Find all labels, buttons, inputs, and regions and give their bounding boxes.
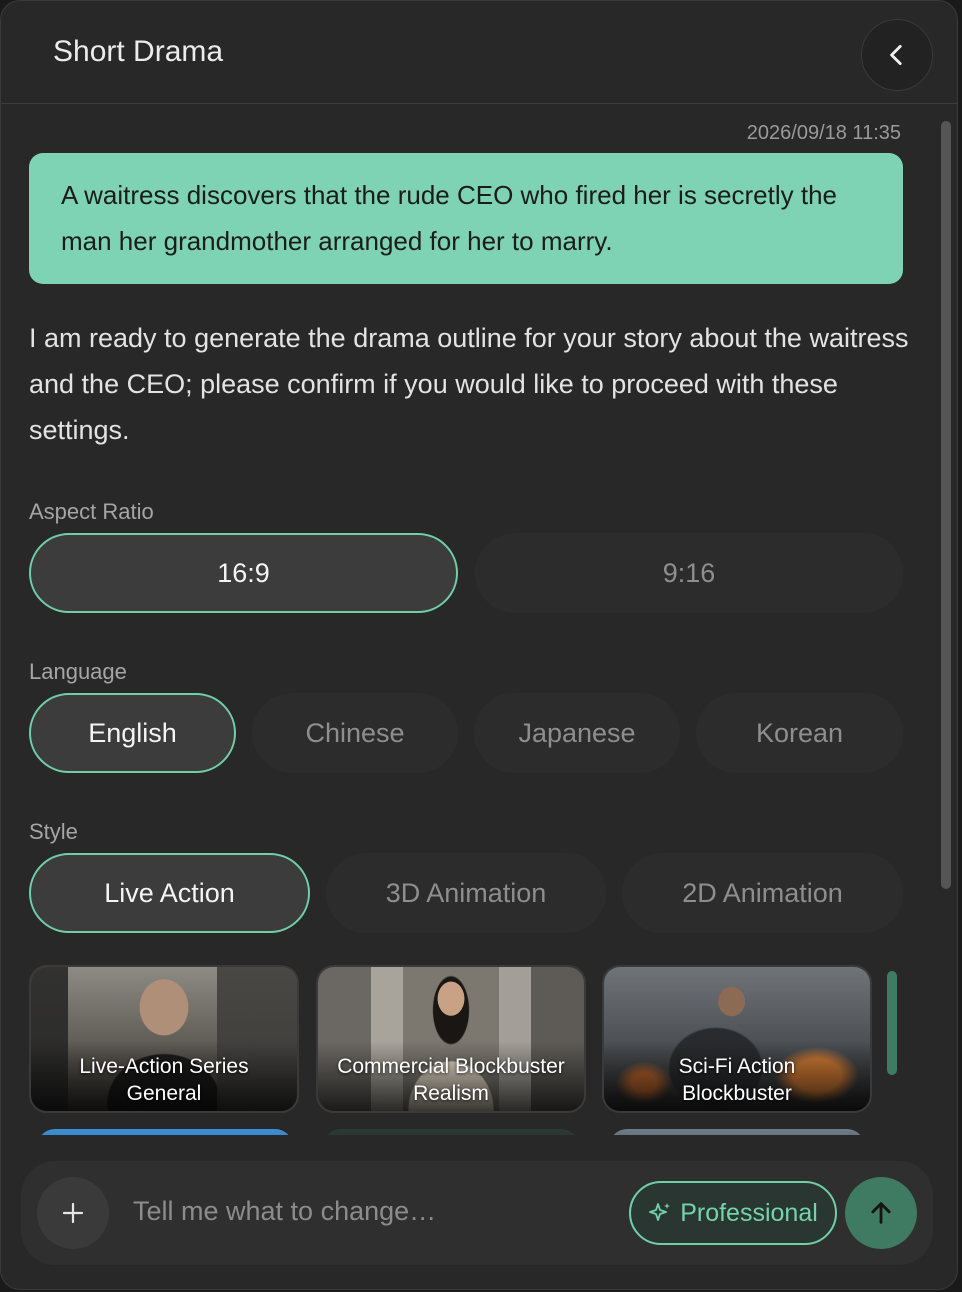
chevron-left-icon	[890, 44, 902, 66]
aspect-ratio-option-9-16[interactable]: 9:16	[475, 533, 903, 613]
preset-title: Commercial Blockbuster	[337, 1055, 565, 1078]
page-title: Short Drama	[53, 35, 224, 68]
style-option-3d-animation[interactable]: 3D Animation	[326, 853, 606, 933]
language-option-chinese[interactable]: Chinese	[252, 693, 458, 773]
aspect-ratio-option-16-9[interactable]: 16:9	[29, 533, 458, 613]
style-preset-sci-fi-action[interactable]: Sci-Fi Action Blockbuster	[602, 965, 872, 1113]
chat-scrollbar[interactable]	[941, 121, 951, 889]
preset-subtitle: Blockbuster	[682, 1082, 792, 1105]
language-option-japanese[interactable]: Japanese	[474, 693, 680, 773]
preset-subtitle: General	[126, 1082, 202, 1105]
plus-icon	[62, 1202, 84, 1224]
aspect-ratio-label: Aspect Ratio	[29, 499, 154, 524]
back-button[interactable]	[861, 19, 933, 91]
arrow-up-icon	[871, 1202, 891, 1224]
preset-title: Sci-Fi Action	[678, 1055, 796, 1078]
preset-subtitle: Realism	[413, 1082, 489, 1105]
sparkle-icon	[649, 1203, 671, 1221]
style-preset-commercial-blockbuster[interactable]: Commercial Blockbuster Realism	[316, 965, 586, 1113]
message-input[interactable]	[133, 1191, 613, 1231]
professional-mode-label: Professional	[680, 1198, 818, 1227]
add-attachment-button[interactable]	[37, 1177, 109, 1249]
style-label: Style	[29, 819, 78, 844]
assistant-message: I am ready to generate the drama outline…	[29, 323, 909, 445]
send-button[interactable]	[845, 1177, 917, 1249]
preset-list-scrollbar[interactable]	[887, 971, 897, 1075]
language-option-korean[interactable]: Korean	[696, 693, 903, 773]
user-message-bubble: A waitress discovers that the rude CEO w…	[29, 153, 903, 284]
preset-title: Live-Action Series	[79, 1055, 249, 1078]
style-preset-live-action-series[interactable]: Live-Action Series General	[29, 965, 299, 1113]
professional-mode-button[interactable]: Professional	[629, 1181, 837, 1245]
language-option-english[interactable]: English	[29, 693, 236, 773]
style-option-live-action[interactable]: Live Action	[29, 853, 310, 933]
short-drama-panel: Short Drama 2026/09/18 11:35 A waitress …	[0, 0, 958, 1290]
panel-header: Short Drama	[1, 1, 957, 104]
message-timestamp: 2026/09/18 11:35	[746, 122, 901, 144]
language-label: Language	[29, 659, 127, 684]
style-option-2d-animation[interactable]: 2D Animation	[622, 853, 903, 933]
